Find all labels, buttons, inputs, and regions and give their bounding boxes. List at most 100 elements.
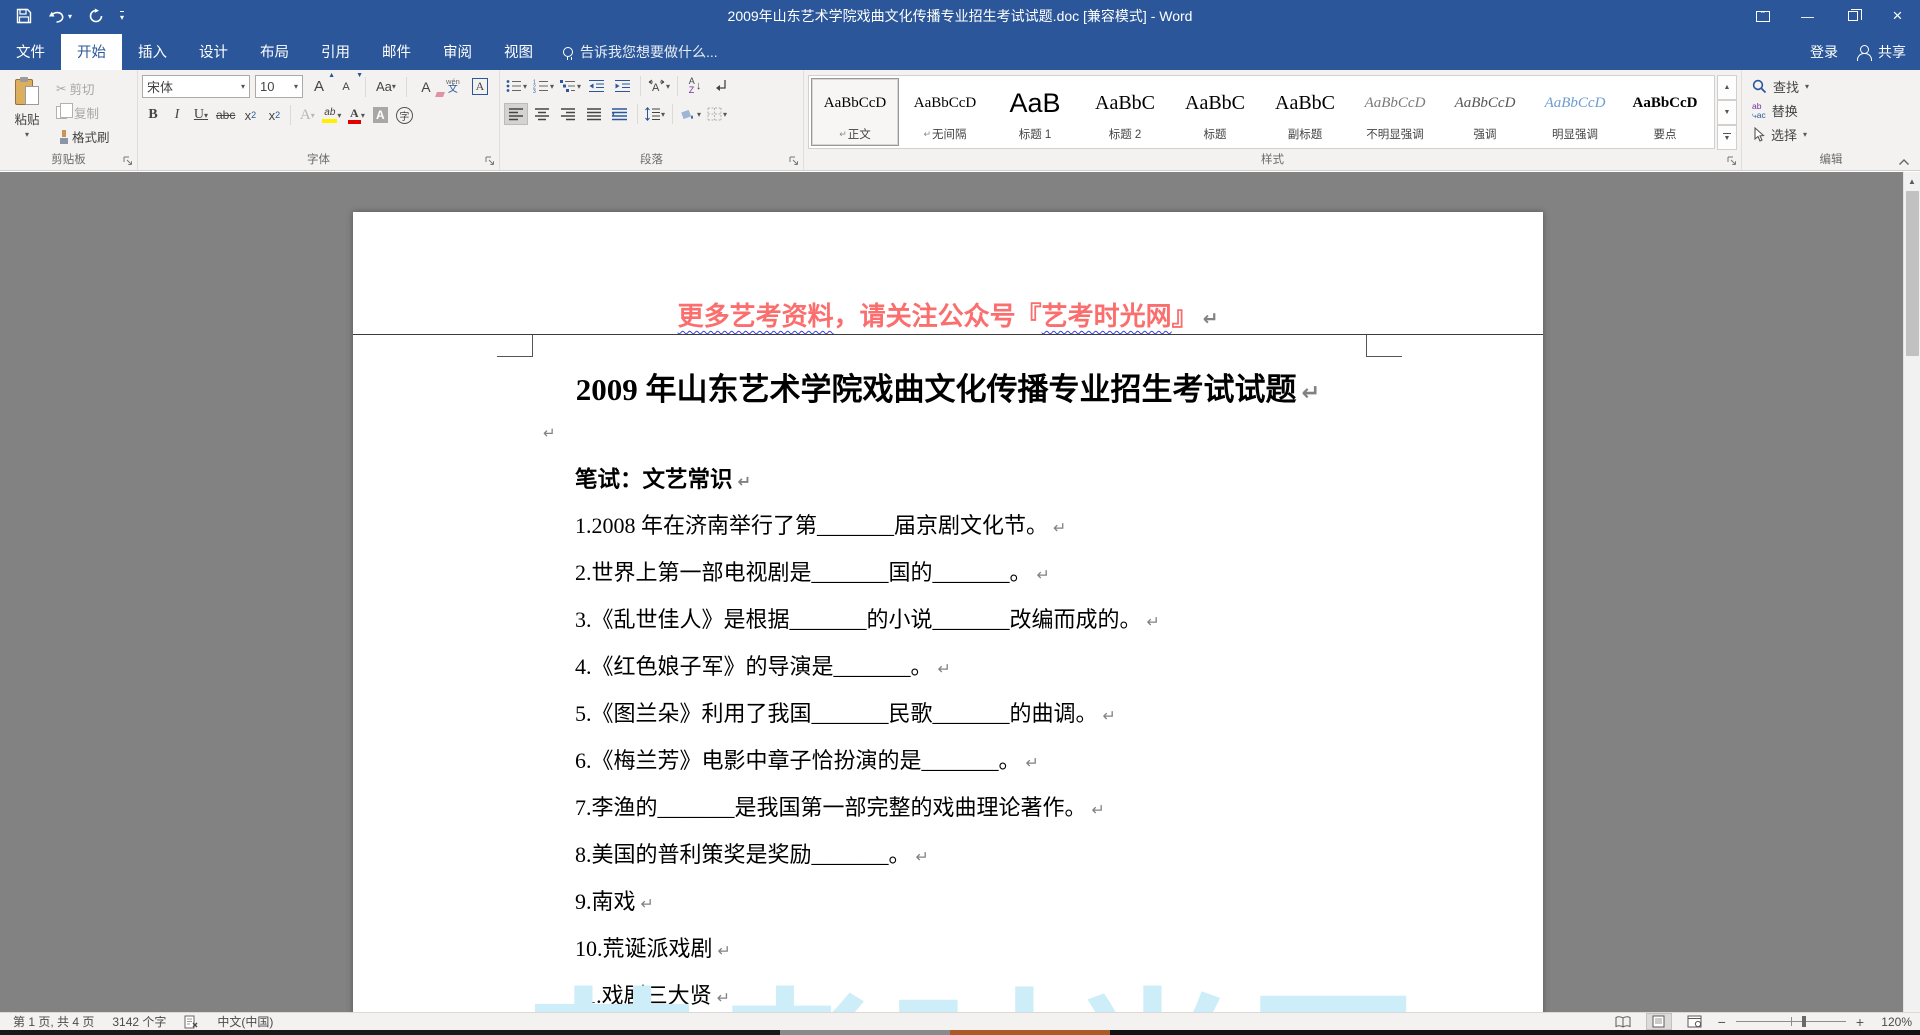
show-marks-button[interactable]: [709, 75, 733, 97]
font-name-combo[interactable]: 宋体 ▾: [142, 75, 250, 98]
tab-引用[interactable]: 引用: [305, 34, 366, 70]
scrollbar-thumb[interactable]: [1906, 191, 1919, 356]
qat-customize-button[interactable]: ▾: [120, 10, 125, 22]
zoom-slider[interactable]: [1735, 1013, 1846, 1030]
superscript-button[interactable]: x2: [263, 104, 285, 126]
zoom-level[interactable]: 120%: [1874, 1015, 1912, 1029]
zoom-out-button[interactable]: −: [1718, 1014, 1726, 1030]
styles-scroll-down-button[interactable]: ▼: [1717, 100, 1737, 125]
character-shading-button[interactable]: A: [369, 104, 391, 126]
tab-审阅[interactable]: 审阅: [427, 34, 488, 70]
minimize-button[interactable]: —: [1785, 0, 1830, 32]
tab-文件[interactable]: 文件: [0, 34, 61, 70]
shading-button[interactable]: ▾: [678, 103, 703, 125]
subscript-button[interactable]: x2: [239, 104, 261, 126]
style-副标题[interactable]: AaBbC 副标题: [1261, 78, 1349, 146]
tab-视图[interactable]: 视图: [488, 34, 549, 70]
align-right-button[interactable]: [556, 103, 580, 125]
styles-more-button[interactable]: ▼: [1717, 125, 1737, 150]
cut-button[interactable]: ✂ 剪切: [54, 78, 112, 99]
read-mode-button[interactable]: [1610, 1013, 1636, 1030]
find-button[interactable]: 查找 ▾: [1752, 77, 1916, 96]
sort-button[interactable]: A Z ↓: [683, 75, 707, 97]
style-要点[interactable]: AaBbCcD 要点: [1621, 78, 1709, 146]
replace-button[interactable]: ab ⤷ac 替换: [1752, 101, 1916, 120]
character-border-button[interactable]: A: [469, 76, 491, 98]
sign-in-button[interactable]: 登录: [1810, 42, 1838, 62]
repeat-button[interactable]: [88, 8, 104, 24]
line-spacing-button[interactable]: ▾: [643, 103, 667, 125]
clipboard-dialog-launcher[interactable]: [123, 156, 133, 166]
styles-dialog-launcher[interactable]: [1727, 156, 1737, 166]
increase-indent-button[interactable]: [611, 75, 635, 97]
styles-scroll-up-button[interactable]: ▲: [1717, 75, 1737, 100]
zoom-slider-thumb[interactable]: [1801, 1016, 1806, 1027]
vertical-scrollbar[interactable]: ▲: [1903, 172, 1920, 1012]
style-无间隔[interactable]: AaBbCcD ↵ 无间隔: [901, 78, 989, 146]
proofing-status-icon[interactable]: [175, 1015, 208, 1029]
asian-layout-button[interactable]: A ▾: [646, 75, 672, 97]
style-不明显强调[interactable]: AaBbCcD 不明显强调: [1351, 78, 1439, 146]
tab-设计[interactable]: 设计: [183, 34, 244, 70]
share-button[interactable]: 共享: [1856, 42, 1906, 62]
language-indicator[interactable]: 中文(中国): [208, 1013, 282, 1030]
select-button[interactable]: 选择 ▾: [1752, 125, 1916, 144]
scroll-up-arrow-icon[interactable]: ▲: [1904, 172, 1920, 190]
style-标题 1[interactable]: AaB 标题 1: [991, 78, 1079, 146]
justify-button[interactable]: [582, 103, 606, 125]
collapse-ribbon-button[interactable]: [1898, 158, 1910, 166]
style-正文[interactable]: AaBbCcD ↵ 正文: [811, 78, 899, 146]
save-icon[interactable]: [16, 8, 32, 24]
paste-dropdown-caret[interactable]: ▾: [25, 130, 29, 139]
change-case-button[interactable]: Aa ▾: [374, 76, 398, 98]
phonetic-guide-button[interactable]: wén 文: [442, 76, 464, 98]
highlight-color-button[interactable]: ab ▾: [320, 104, 343, 126]
print-layout-button[interactable]: [1645, 1013, 1672, 1030]
distribute-button[interactable]: [608, 103, 632, 125]
tab-开始[interactable]: 开始: [61, 34, 122, 70]
paste-button[interactable]: 粘贴 ▾: [4, 75, 50, 150]
underline-button[interactable]: U ▾: [190, 104, 212, 126]
restore-button[interactable]: [1830, 0, 1875, 32]
word-count[interactable]: 3142 个字: [103, 1013, 175, 1030]
close-button[interactable]: ×: [1875, 0, 1920, 32]
multilevel-list-button[interactable]: ▾: [558, 75, 583, 97]
font-color-button[interactable]: A ▾: [345, 104, 367, 126]
tab-布局[interactable]: 布局: [244, 34, 305, 70]
italic-button[interactable]: I: [166, 104, 188, 126]
page-indicator[interactable]: 第 1 页, 共 4 页: [4, 1013, 103, 1030]
doc-line[interactable]: 5.《图兰朵》利用了我国_______民歌_______的曲调。 ↵: [575, 696, 1116, 728]
style-强调[interactable]: AaBbCcD 强调: [1441, 78, 1529, 146]
doc-line[interactable]: 7.李渔的_______是我国第一部完整的戏曲理论著作。 ↵: [575, 790, 1105, 822]
page[interactable]: 更多艺考资料，请关注公众号『艺考时光网』 ↵ 2009 年山东艺术学院戏曲文化传播…: [353, 212, 1543, 1012]
doc-line[interactable]: 2.世界上第一部电视剧是_______国的_______。 ↵: [575, 555, 1050, 587]
style-标题[interactable]: AaBbC 标题: [1171, 78, 1259, 146]
doc-line[interactable]: 6.《梅兰芳》电影中章子恰扮演的是_______。 ↵: [575, 743, 1039, 775]
style-标题 2[interactable]: AaBbC 标题 2: [1081, 78, 1169, 146]
bold-button[interactable]: B: [142, 104, 164, 126]
font-size-combo[interactable]: 10 ▾: [255, 75, 303, 98]
clear-formatting-button[interactable]: A: [415, 76, 445, 98]
grow-font-button[interactable]: A ▲: [308, 72, 335, 98]
align-center-button[interactable]: [530, 103, 554, 125]
doc-line[interactable]: 8.美国的普利策奖是奖励_______。 ↵: [575, 837, 929, 869]
tab-插入[interactable]: 插入: [122, 34, 183, 70]
font-dialog-launcher[interactable]: [485, 156, 495, 166]
enclose-characters-button[interactable]: 字: [393, 104, 415, 126]
bullets-button[interactable]: ▾: [504, 75, 529, 97]
decrease-indent-button[interactable]: [585, 75, 609, 97]
text-effects-button[interactable]: A ▾: [296, 104, 318, 126]
shrink-font-button[interactable]: A ▼: [335, 72, 363, 98]
paragraph-dialog-launcher[interactable]: [789, 156, 799, 166]
undo-button[interactable]: ▾: [48, 9, 72, 24]
align-left-button[interactable]: [504, 103, 528, 125]
ribbon-display-options-button[interactable]: [1740, 0, 1785, 32]
zoom-in-button[interactable]: +: [1856, 1014, 1864, 1030]
doc-line[interactable]: 9.南戏 ↵: [575, 884, 654, 916]
doc-line[interactable]: 1.2008 年在济南举行了第_______届京剧文化节。 ↵: [575, 508, 1066, 540]
strikethrough-button[interactable]: abc: [214, 104, 237, 126]
copy-button[interactable]: 复制: [54, 102, 112, 123]
doc-line[interactable]: 4.《红色娘子军》的导演是_______。 ↵: [575, 649, 951, 681]
doc-line[interactable]: 3.《乱世佳人》是根据_______的小说_______改编而成的。 ↵: [575, 602, 1160, 634]
tab-邮件[interactable]: 邮件: [366, 34, 427, 70]
